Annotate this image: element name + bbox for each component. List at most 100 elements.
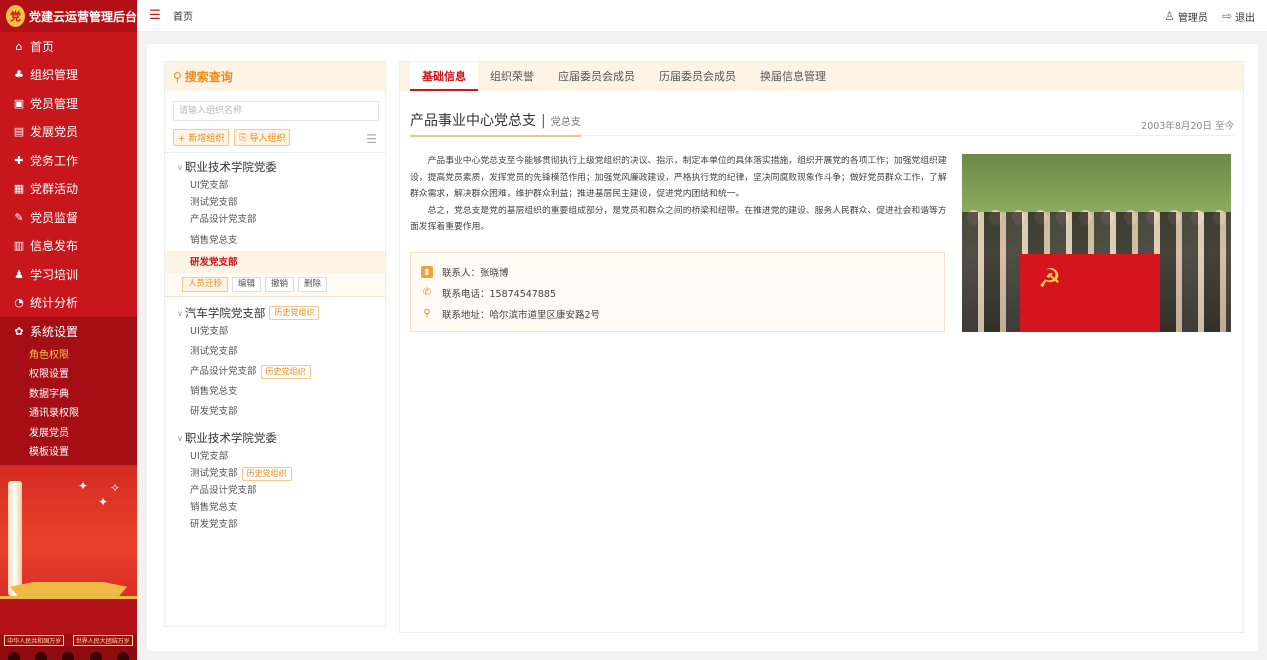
tree-node[interactable]: UI党支部 bbox=[165, 448, 385, 465]
edit-button[interactable]: 编辑 bbox=[232, 277, 262, 292]
tree-node[interactable]: 产品设计党支部 bbox=[165, 211, 385, 228]
contact-address-row: ⚲ 联系地址：哈尔滨市道里区康安路2号 bbox=[421, 303, 934, 324]
edit-icon: ✎ bbox=[14, 210, 24, 224]
submenu-item-template-settings[interactable]: 模板设置 bbox=[0, 443, 137, 463]
tree-node-selected[interactable]: 研发党支部 bbox=[165, 251, 385, 273]
search-icon: ⚲ bbox=[173, 69, 182, 84]
contact-phone: 联系电话：15874547885 bbox=[442, 288, 556, 300]
document-icon: ▤ bbox=[13, 125, 25, 139]
submenu-item-contacts-permission[interactable]: 通讯录权限 bbox=[0, 404, 137, 424]
hammer-sickle-icon: ☭ bbox=[1038, 264, 1062, 294]
menu-item-label: 学习培训 bbox=[30, 267, 79, 282]
menu-item-supervision[interactable]: ✎ 党员监督 bbox=[0, 203, 137, 232]
org-search-input[interactable] bbox=[173, 101, 379, 121]
tree-group-title[interactable]: ∨ 汽车学院党支部 历史党组织 bbox=[165, 303, 385, 323]
tree-node[interactable]: 研发党支部 bbox=[165, 516, 385, 533]
tree-node[interactable]: UI党支部 bbox=[165, 177, 385, 194]
tree-node[interactable]: UI党支部 bbox=[165, 323, 385, 340]
migrate-members-button[interactable]: 人员迁移 bbox=[182, 277, 229, 292]
contact-phone-row: ✆ 联系电话：15874547885 bbox=[421, 282, 934, 303]
org-title-separator: | bbox=[541, 113, 546, 129]
gate-arches bbox=[0, 646, 137, 660]
menu-item-affairs[interactable]: ✚ 党务工作 bbox=[0, 146, 137, 175]
menu-item-label: 发展党员 bbox=[30, 125, 79, 140]
detail-tabs: 基础信息 组织荣誉 应届委员会成员 历届委员会成员 换届信息管理 bbox=[400, 62, 1243, 91]
chevron-down-icon: ∨ bbox=[177, 308, 183, 318]
menu-item-settings[interactable]: ✿ 系统设置 bbox=[0, 317, 137, 346]
org-title: 产品事业中心党总支 | 党总支 bbox=[410, 110, 581, 137]
contact-info-box: ▮ 联系人：张晓博 ✆ 联系电话：15874547885 ⚲ 联系地址：哈尔滨市… bbox=[410, 252, 945, 332]
tree-node[interactable]: 测试党支部 历史党组织 bbox=[165, 465, 385, 482]
publish-icon: ▥ bbox=[13, 239, 25, 253]
user-name: 管理员 bbox=[1177, 12, 1208, 24]
breadcrumb[interactable]: 首页 bbox=[173, 8, 193, 23]
search-panel-title: 搜索查询 bbox=[184, 70, 233, 84]
submenu-item-develop-members[interactable]: 发展党员 bbox=[0, 424, 137, 444]
submenu-item-role-permission[interactable]: 角色权限 bbox=[0, 346, 137, 366]
menu-item-label: 首页 bbox=[30, 39, 55, 54]
user-menu[interactable]: ♙ 管理员 bbox=[1164, 9, 1208, 24]
org-tree: ∨ 职业技术学院党委 UI党支部 测试党支部 产品设计党支部 销售党总支 研发党支… bbox=[165, 152, 385, 533]
submenu-item-data-dictionary[interactable]: 数据字典 bbox=[0, 385, 137, 405]
app-title: 党建云运营管理后台 bbox=[28, 9, 137, 24]
org-detail-panel: 基础信息 组织荣誉 应届委员会成员 历届委员会成员 换届信息管理 产品事业中心党… bbox=[399, 61, 1244, 633]
menu-item-label: 组织管理 bbox=[30, 68, 79, 83]
submenu-item-permission-settings[interactable]: 权限设置 bbox=[0, 365, 137, 385]
member-card-icon: ▣ bbox=[13, 96, 25, 110]
menu-item-develop[interactable]: ▤ 发展党员 bbox=[0, 118, 137, 147]
party-flag-icon: ☭ bbox=[1020, 254, 1160, 332]
tree-group: ∨ 汽车学院党支部 历史党组织 UI党支部 测试党支部 产品设计党支部 历史党组织 销… bbox=[165, 303, 385, 420]
logout-button[interactable]: ⇨ 退出 bbox=[1222, 9, 1255, 24]
import-icon: ⎘ bbox=[239, 132, 250, 143]
revoke-button[interactable]: 撤销 bbox=[265, 277, 295, 292]
menu-item-label: 党员监督 bbox=[30, 210, 79, 225]
tab-org-honors[interactable]: 组织荣誉 bbox=[478, 62, 546, 91]
menu-item-label: 统计分析 bbox=[30, 296, 79, 311]
party-logo-icon: 党 bbox=[6, 5, 25, 27]
menu-item-stats[interactable]: ◔ 统计分析 bbox=[0, 289, 137, 318]
main-content: ⚲ 搜索查询 + 新增组织 ⎘ 导入组织 ☰ ∨职业技术学院党委 UI党支部 测… bbox=[147, 44, 1258, 651]
tab-term-change[interactable]: 换届信息管理 bbox=[748, 62, 838, 91]
tree-node[interactable]: 产品设计党支部 bbox=[165, 482, 385, 499]
menu-item-label: 党务工作 bbox=[30, 153, 79, 168]
menu-item-members[interactable]: ▣ 党员管理 bbox=[0, 89, 137, 118]
org-header: 产品事业中心党总支 | 党总支 2003年8月20日 至今 bbox=[410, 106, 1234, 137]
tree-node[interactable]: 测试党支部 bbox=[165, 343, 385, 360]
tree-node[interactable]: 产品设计党支部 历史党组织 bbox=[165, 363, 385, 380]
tab-past-committees[interactable]: 历届委员会成员 bbox=[647, 62, 748, 91]
add-org-button[interactable]: + 新增组织 bbox=[173, 129, 230, 146]
search-panel-header: ⚲ 搜索查询 bbox=[165, 62, 385, 91]
tree-node[interactable]: 销售党总支 bbox=[165, 499, 385, 516]
tree-group-label: 职业技术学院党委 bbox=[184, 160, 277, 174]
tree-node[interactable]: 销售党总支 bbox=[165, 383, 385, 400]
menu-item-org[interactable]: ♣ 组织管理 bbox=[0, 61, 137, 90]
org-name: 产品事业中心党总支 bbox=[410, 113, 536, 129]
tiananmen-gate-icon bbox=[0, 596, 137, 636]
tab-basic-info[interactable]: 基础信息 bbox=[410, 62, 478, 91]
menu-item-label: 系统设置 bbox=[30, 324, 79, 339]
menu-item-activities[interactable]: ▦ 党群活动 bbox=[0, 175, 137, 204]
tree-node[interactable]: 测试党支部 bbox=[165, 194, 385, 211]
tree-node[interactable]: 销售党总支 bbox=[165, 232, 385, 249]
import-org-button[interactable]: ⎘ 导入组织 bbox=[234, 129, 291, 146]
tree-group: ∨ 职业技术学院党委 UI党支部 测试党支部 历史党组织 产品设计党支部 销售党总支… bbox=[165, 428, 385, 533]
tree-group-title[interactable]: ∨ 职业技术学院党委 bbox=[165, 428, 385, 448]
org-date-range: 2003年8月20日 至今 bbox=[1141, 121, 1234, 132]
brand: 党 党建云运营管理后台 bbox=[0, 0, 137, 32]
tree-group-title[interactable]: ∨ 职业技术学院党委 bbox=[165, 157, 385, 177]
list-view-icon[interactable]: ☰ bbox=[366, 132, 377, 146]
tree-actions: + 新增组织 ⎘ 导入组织 ☰ bbox=[173, 129, 377, 146]
tree-group-label: 职业技术学院党委 bbox=[184, 431, 277, 445]
home-icon: ⌂ bbox=[15, 39, 23, 53]
gear-icon: ✿ bbox=[14, 324, 24, 338]
training-icon: ♟ bbox=[14, 267, 24, 281]
chevron-down-icon: ∨ bbox=[177, 433, 183, 443]
menu-item-home[interactable]: ⌂ 首页 bbox=[0, 32, 137, 61]
menu-fold-icon[interactable]: ☰ bbox=[147, 8, 163, 23]
tree-node[interactable]: 研发党支部 bbox=[165, 403, 385, 420]
tab-current-committee[interactable]: 应届委员会成员 bbox=[546, 62, 647, 91]
menu-item-publish[interactable]: ▥ 信息发布 bbox=[0, 232, 137, 261]
menu-item-training[interactable]: ♟ 学习培训 bbox=[0, 260, 137, 289]
delete-button[interactable]: 删除 bbox=[298, 277, 328, 292]
description-paragraph: 总之，党总支是党的基层组织的重要组成部分，是党员和群众之间的桥梁和纽带。在推进党… bbox=[410, 205, 947, 233]
